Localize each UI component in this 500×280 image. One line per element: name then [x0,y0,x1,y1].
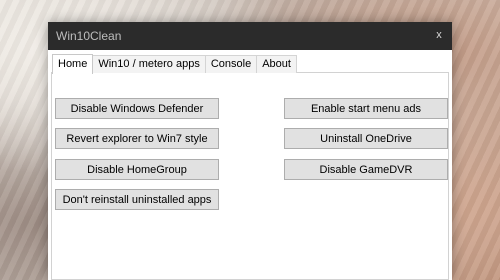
title-bar[interactable]: Win10Clean x [48,22,452,50]
close-icon[interactable]: x [432,28,446,42]
tab-about[interactable]: About [256,55,297,73]
home-tab-panel: Disable Windows Defender Revert explorer… [51,72,449,280]
disable-gamedvr-button[interactable]: Disable GameDVR [284,159,448,180]
revert-explorer-win7-button[interactable]: Revert explorer to Win7 style [55,128,219,149]
tab-win10-metero-apps[interactable]: Win10 / metero apps [92,55,206,73]
window-title: Win10Clean [56,29,122,43]
uninstall-onedrive-button[interactable]: Uninstall OneDrive [284,128,448,149]
disable-homegroup-button[interactable]: Disable HomeGroup [55,159,219,180]
disable-windows-defender-button[interactable]: Disable Windows Defender [55,98,219,119]
tab-strip: Home Win10 / metero apps Console About [52,53,297,74]
dont-reinstall-apps-button[interactable]: Don't reinstall uninstalled apps [55,189,219,210]
app-window: Win10Clean x Home Win10 / metero apps Co… [48,22,452,280]
tab-console[interactable]: Console [204,55,258,73]
enable-start-menu-ads-button[interactable]: Enable start menu ads [284,98,448,119]
tab-home[interactable]: Home [52,54,94,74]
